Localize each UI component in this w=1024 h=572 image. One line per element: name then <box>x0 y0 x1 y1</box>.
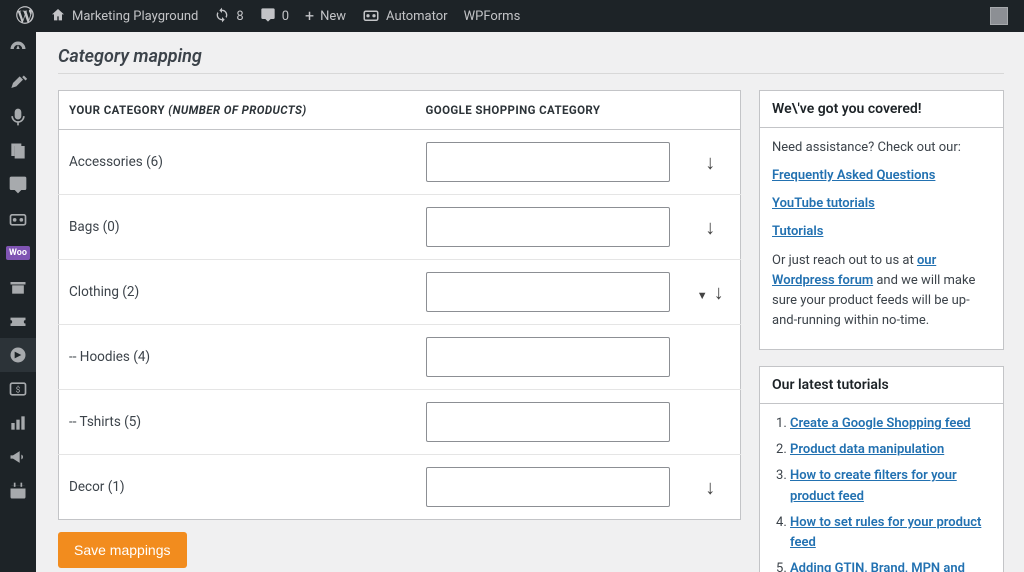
robot-icon <box>362 8 380 25</box>
copy-down-icon[interactable]: ↓ <box>705 475 715 499</box>
wpforms-link[interactable]: WPForms <box>456 0 529 32</box>
wordpress-logo[interactable] <box>8 0 42 32</box>
help-outro: Or just reach out to us at our Wordpress… <box>772 251 991 332</box>
menu-analytics[interactable] <box>0 406 36 440</box>
user-account[interactable] <box>982 0 1016 32</box>
category-label: Decor (1) <box>59 455 416 520</box>
menu-calendar[interactable] <box>0 474 36 508</box>
plus-icon: + <box>305 8 314 24</box>
save-mappings-button[interactable]: Save mappings <box>58 532 187 568</box>
copy-down-icon[interactable]: ↓ <box>714 280 724 304</box>
page-title: Category mapping <box>58 32 1004 74</box>
help-intro: Need assistance? Check out our: <box>772 138 991 158</box>
help-box-title: We\'ve got you covered! <box>760 91 1003 128</box>
copy-down-icon[interactable]: ↓ <box>705 215 715 239</box>
table-row: Clothing (2) ▼ ↓ <box>59 260 741 325</box>
home-icon <box>50 7 66 26</box>
new-label: New <box>320 9 346 24</box>
tutorials-box: Our latest tutorials Create a Google Sho… <box>759 366 1004 572</box>
menu-tickets[interactable] <box>0 304 36 338</box>
comment-icon <box>260 7 276 26</box>
tutorials-box-title: Our latest tutorials <box>760 367 1003 404</box>
list-item: How to set rules for your product feed <box>790 513 991 553</box>
automator-label: Automator <box>386 9 448 24</box>
col-google-category: GOOGLE SHOPPING CATEGORY <box>416 91 681 130</box>
menu-media[interactable] <box>0 100 36 134</box>
tutorial-link[interactable]: How to create filters for your product f… <box>790 468 957 503</box>
table-row: Accessories (6) ↓ <box>59 130 741 195</box>
menu-products[interactable] <box>0 270 36 304</box>
menu-dashboard[interactable] <box>0 32 36 66</box>
category-label: Clothing (2) <box>59 260 416 325</box>
tutorial-link[interactable]: Adding GTIN, Brand, MPN and <box>790 561 965 572</box>
google-category-input[interactable] <box>426 272 670 312</box>
caret-down-icon[interactable]: ▼ <box>697 289 708 302</box>
refresh-icon <box>214 7 230 26</box>
table-row: Bags (0) ↓ <box>59 195 741 260</box>
category-label: -- Hoodies (4) <box>59 325 416 390</box>
table-row: Decor (1) ↓ <box>59 455 741 520</box>
list-item: Product data manipulation <box>790 440 991 460</box>
copy-down-icon[interactable]: ↓ <box>705 150 715 174</box>
menu-pages[interactable] <box>0 134 36 168</box>
site-name: Marketing Playground <box>72 9 198 24</box>
tutorial-link[interactable]: Product data manipulation <box>790 442 944 457</box>
link-faq[interactable]: Frequently Asked Questions <box>772 168 935 183</box>
list-item: Adding GTIN, Brand, MPN and <box>790 559 991 572</box>
comments-link[interactable]: 0 <box>252 0 297 32</box>
main-content: Category mapping YOUR CATEGORY (NUMBER O… <box>36 32 1024 572</box>
menu-automator[interactable] <box>0 202 36 236</box>
comments-count: 0 <box>282 9 289 24</box>
google-category-input[interactable] <box>426 142 670 182</box>
help-box: We\'ve got you covered! Need assistance?… <box>759 90 1004 350</box>
list-item: Create a Google Shopping feed <box>790 414 991 434</box>
tutorial-link[interactable]: How to set rules for your product feed <box>790 515 981 550</box>
wordpress-icon <box>16 6 34 27</box>
col-actions <box>681 91 741 130</box>
category-label: Accessories (6) <box>59 130 416 195</box>
admin-top-bar: Marketing Playground 8 0 + New Automator… <box>0 0 1024 32</box>
wpforms-label: WPForms <box>464 9 521 24</box>
table-row: -- Hoodies (4) <box>59 325 741 390</box>
menu-posts[interactable] <box>0 66 36 100</box>
google-category-input[interactable] <box>426 207 670 247</box>
menu-marketing[interactable] <box>0 440 36 474</box>
svg-text:$: $ <box>16 384 21 395</box>
automator-link[interactable]: Automator <box>354 0 456 32</box>
google-category-input[interactable] <box>426 467 670 507</box>
avatar <box>990 7 1008 25</box>
admin-left-sidebar: Woo $ <box>0 32 36 572</box>
link-tutorials[interactable]: Tutorials <box>772 224 823 239</box>
menu-woocommerce[interactable]: Woo <box>0 236 36 270</box>
col-your-category: YOUR CATEGORY (NUMBER OF PRODUCTS) <box>59 91 416 130</box>
google-category-input[interactable] <box>426 337 670 377</box>
refresh-count: 8 <box>236 9 243 24</box>
refresh-link[interactable]: 8 <box>206 0 251 32</box>
menu-comments[interactable] <box>0 168 36 202</box>
menu-current-plugin[interactable] <box>0 338 36 372</box>
category-label: Bags (0) <box>59 195 416 260</box>
tutorial-link[interactable]: Create a Google Shopping feed <box>790 416 971 431</box>
site-name-link[interactable]: Marketing Playground <box>42 0 206 32</box>
menu-payments[interactable]: $ <box>0 372 36 406</box>
google-category-input[interactable] <box>426 402 670 442</box>
list-item: How to create filters for your product f… <box>790 466 991 506</box>
new-content-link[interactable]: + New <box>297 0 354 32</box>
category-label: -- Tshirts (5) <box>59 390 416 455</box>
link-youtube[interactable]: YouTube tutorials <box>772 196 875 211</box>
tutorials-list: Create a Google Shopping feed Product dat… <box>772 414 991 572</box>
table-row: -- Tshirts (5) <box>59 390 741 455</box>
category-mapping-table: YOUR CATEGORY (NUMBER OF PRODUCTS) GOOGL… <box>58 90 741 520</box>
